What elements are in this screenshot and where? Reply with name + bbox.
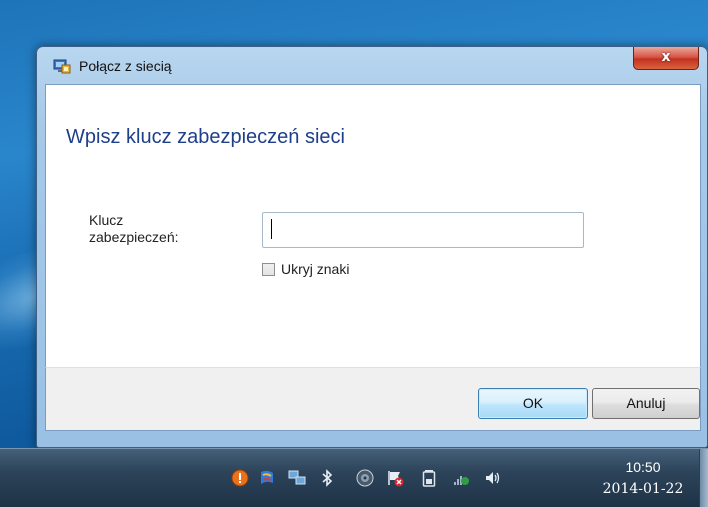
title-bar[interactable]: Połącz z siecią x	[37, 47, 707, 85]
volume-icon[interactable]	[484, 469, 502, 487]
close-button[interactable]: x	[633, 47, 699, 70]
ok-button[interactable]: OK	[478, 388, 588, 419]
show-desktop-button[interactable]	[699, 449, 708, 507]
wifi-icon[interactable]	[452, 469, 470, 487]
warning-icon[interactable]	[231, 469, 249, 487]
network-icon[interactable]	[288, 469, 306, 487]
disc-icon[interactable]	[356, 469, 374, 487]
cancel-button[interactable]: Anuluj	[592, 388, 700, 419]
hide-characters-label[interactable]: Ukryj znaki	[281, 261, 349, 277]
action-center-icon[interactable]	[386, 469, 404, 487]
hide-characters-checkbox[interactable]	[262, 263, 275, 276]
security-key-input[interactable]	[262, 212, 584, 248]
close-icon: x	[661, 49, 671, 65]
battery-icon[interactable]	[420, 469, 438, 487]
dialog-footer: OK Anuluj	[45, 367, 701, 431]
flag-icon[interactable]	[258, 469, 276, 487]
taskbar: 10:50 2014-01-22	[0, 448, 708, 507]
text-caret	[271, 219, 272, 239]
clock-date[interactable]: 2014-01-22	[594, 481, 692, 497]
dialog-content: Wpisz klucz zabezpieczeń sieci Klucz zab…	[45, 84, 701, 368]
window-title: Połącz z siecią	[79, 58, 172, 74]
bluetooth-icon[interactable]	[318, 469, 336, 487]
clock-time[interactable]: 10:50	[608, 459, 678, 475]
network-connection-icon	[53, 59, 71, 74]
page-title: Wpisz klucz zabezpieczeń sieci	[66, 126, 345, 148]
security-key-label: Klucz zabezpieczeń:	[89, 212, 179, 245]
connect-dialog: Połącz z siecią x Wpisz klucz zabezpiecz…	[36, 46, 708, 448]
